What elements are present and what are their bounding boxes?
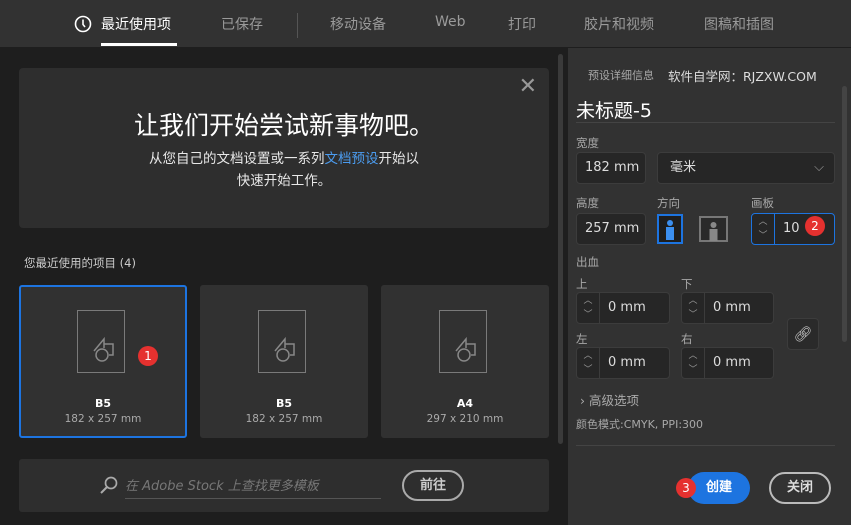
watermark-text: 软件自学网：RJZXW.COM bbox=[668, 69, 817, 84]
color-mode-text: 颜色模式:CMYK, PPI:300 bbox=[576, 418, 704, 431]
tab-web[interactable]: Web bbox=[435, 14, 466, 30]
recent-item[interactable]: A4 297 x 210 mm bbox=[381, 285, 549, 438]
artboard-label: 画板 bbox=[751, 196, 774, 210]
go-button[interactable]: 前往 bbox=[402, 470, 464, 501]
width-label: 宽度 bbox=[576, 136, 599, 150]
bleed-right-label: 右 bbox=[681, 332, 693, 346]
height-input[interactable]: 257 mm bbox=[576, 213, 646, 245]
step-badge: 3 bbox=[676, 478, 696, 498]
bleed-left-label: 左 bbox=[576, 332, 588, 346]
document-title-input[interactable]: 未标题-5 bbox=[576, 96, 652, 123]
height-label: 高度 bbox=[576, 196, 599, 210]
portrait-icon[interactable] bbox=[657, 214, 683, 244]
item-size: 297 x 210 mm bbox=[426, 413, 504, 425]
tab-saved[interactable]: 已保存 bbox=[221, 14, 263, 34]
chevron-down-icon: ⌵ bbox=[814, 160, 824, 175]
document-icon bbox=[77, 310, 125, 373]
banner-text: 快速开始工作。 bbox=[236, 173, 332, 189]
landscape-icon[interactable] bbox=[699, 216, 728, 242]
search-icon bbox=[100, 476, 118, 494]
bleed-top-stepper[interactable]: ︿ ﹀ 0 mm bbox=[576, 292, 670, 324]
banner-text: 开始以 bbox=[378, 151, 420, 167]
bleed-left-stepper[interactable]: ︿ ﹀ 0 mm bbox=[576, 347, 670, 379]
step-badge: 1 bbox=[138, 346, 158, 366]
width-input[interactable]: 182 mm bbox=[576, 152, 646, 184]
tab-recent[interactable]: 最近使用项 bbox=[101, 14, 171, 34]
link-bleed-button[interactable]: 🔗︎ bbox=[787, 318, 819, 350]
banner-title: 让我们开始尝试新事物吧。 bbox=[133, 111, 434, 140]
tab-mobile[interactable]: 移动设备 bbox=[330, 14, 386, 34]
close-icon[interactable]: ✕ bbox=[519, 74, 537, 99]
bleed-right-stepper[interactable]: ︿ ﹀ 0 mm bbox=[681, 347, 774, 379]
banner-text: 从您自己的文档设置或一系列 bbox=[149, 151, 325, 167]
item-size: 182 x 257 mm bbox=[64, 413, 142, 425]
tab-art-illustration[interactable]: 图稿和插图 bbox=[704, 14, 774, 34]
bleed-bottom-label: 下 bbox=[681, 277, 693, 291]
create-button[interactable]: 创建 bbox=[688, 472, 750, 504]
orientation-label: 方向 bbox=[657, 196, 680, 210]
active-tab-indicator bbox=[101, 43, 177, 46]
document-presets-link[interactable]: 文档预设 bbox=[325, 151, 379, 167]
left-scrollbar[interactable] bbox=[558, 54, 563, 444]
clock-icon bbox=[74, 15, 92, 33]
bleed-bottom-stepper[interactable]: ︿ ﹀ 0 mm bbox=[681, 292, 774, 324]
stock-search-input[interactable]: 在 Adobe Stock 上查找更多模板 bbox=[125, 475, 381, 499]
step-badge: 2 bbox=[805, 216, 825, 236]
document-icon bbox=[439, 310, 487, 373]
close-button[interactable]: 关闭 bbox=[769, 472, 831, 504]
chevron-right-icon: › bbox=[580, 393, 585, 408]
unit-select[interactable]: 毫米 ⌵ bbox=[657, 152, 835, 184]
recent-item[interactable]: B5 182 x 257 mm bbox=[200, 285, 368, 438]
item-name: B5 bbox=[275, 397, 293, 410]
right-scrollbar[interactable] bbox=[842, 86, 847, 342]
tab-film-video[interactable]: 胶片和视频 bbox=[584, 14, 654, 34]
advanced-options-toggle[interactable]: › 高级选项 bbox=[580, 390, 639, 409]
item-name: B5 bbox=[94, 397, 112, 410]
tab-print[interactable]: 打印 bbox=[508, 14, 536, 34]
item-size: 182 x 257 mm bbox=[245, 413, 323, 425]
welcome-banner: ✕ 让我们开始尝试新事物吧。 从您自己的文档设置或一系列文档预设开始以快速开始工… bbox=[19, 68, 549, 228]
recent-label: 您最近使用的项目 (4) bbox=[24, 256, 136, 270]
divider bbox=[576, 445, 835, 446]
item-name: A4 bbox=[456, 397, 474, 410]
top-tab-bar: 最近使用项 已保存 移动设备 Web 打印 胶片和视频 图稿和插图 bbox=[0, 0, 851, 47]
panel-header: 预设详细信息 bbox=[588, 69, 654, 82]
link-icon: 🔗︎ bbox=[793, 325, 813, 343]
divider bbox=[297, 13, 298, 38]
divider bbox=[576, 122, 835, 123]
stock-search-bar: 在 Adobe Stock 上查找更多模板 前往 bbox=[19, 459, 549, 512]
document-icon bbox=[258, 310, 306, 373]
bleed-top-label: 上 bbox=[576, 277, 588, 291]
recent-item[interactable]: B5 182 x 257 mm bbox=[19, 285, 187, 438]
bleed-label: 出血 bbox=[576, 255, 599, 269]
artboard-count[interactable]: 10 bbox=[783, 214, 800, 244]
